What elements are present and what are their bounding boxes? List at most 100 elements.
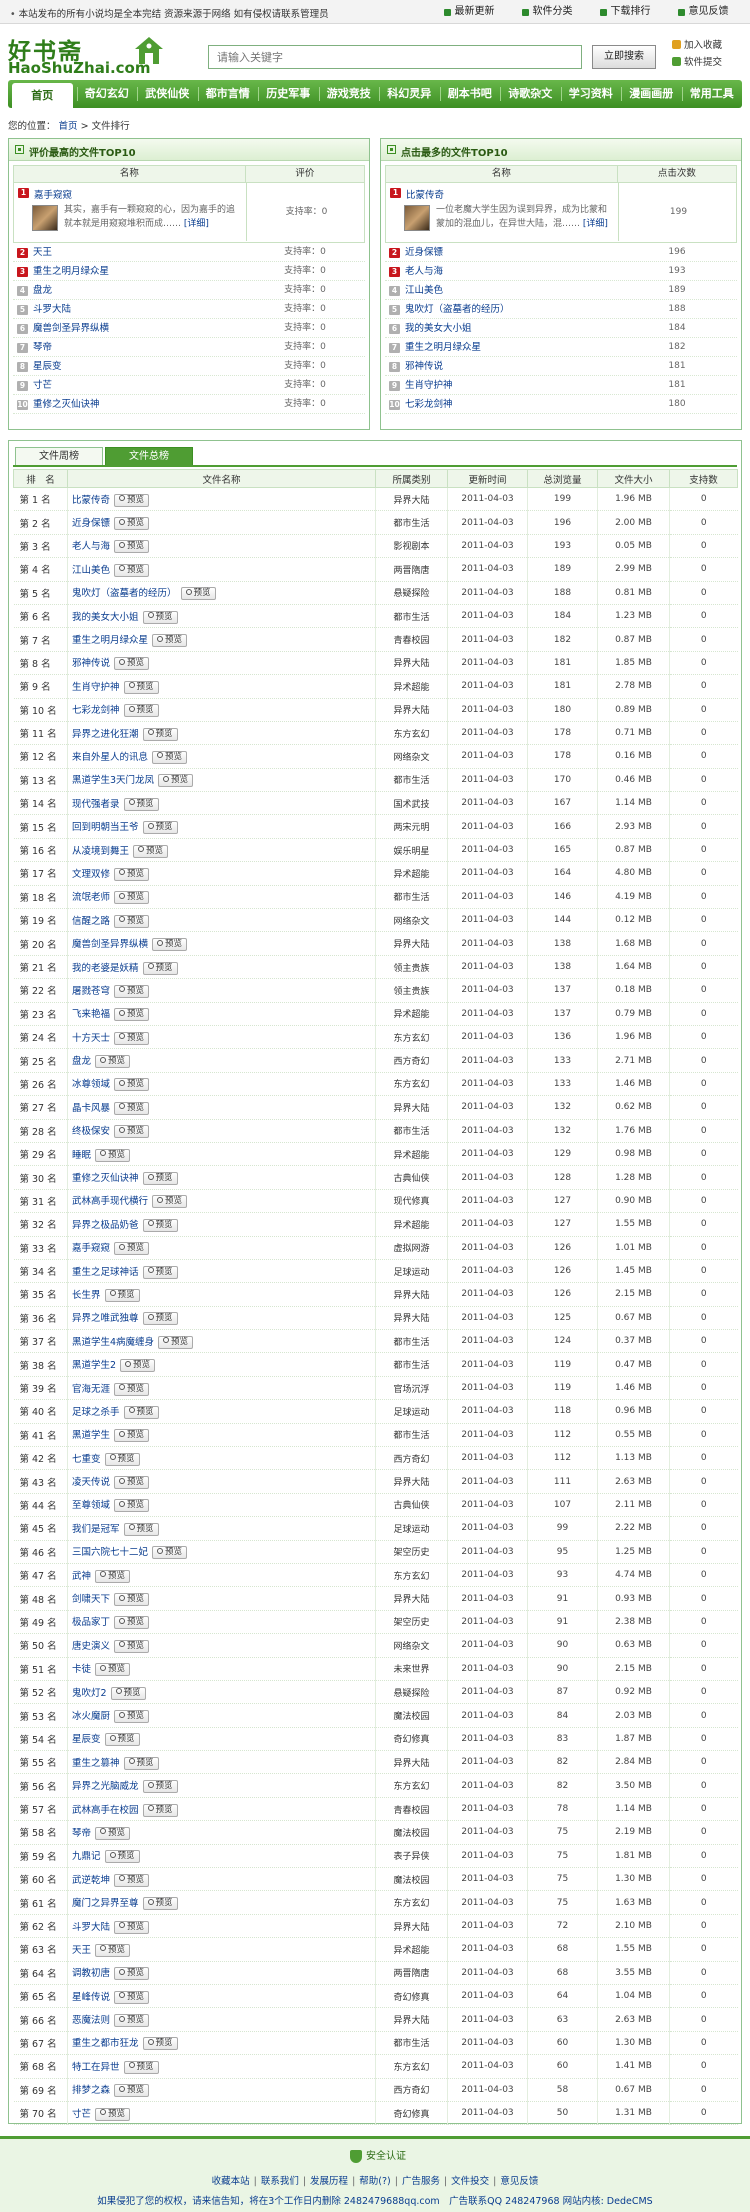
preview-button[interactable]: 预览 <box>95 1569 131 1583</box>
add-favorite-link[interactable]: 加入收藏 <box>672 37 722 51</box>
footer-link[interactable]: 联系我们 <box>261 2176 299 2187</box>
footer-link[interactable]: 收藏本站 <box>212 2176 250 2187</box>
file-name-link[interactable]: 七彩龙剑神 <box>72 705 120 716</box>
preview-button[interactable]: 预览 <box>142 1780 178 1794</box>
file-name-link[interactable]: 星峰传说 <box>72 1992 110 2003</box>
preview-button[interactable]: 预览 <box>158 1335 194 1349</box>
search-button[interactable]: 立即搜索 <box>592 45 656 69</box>
preview-button[interactable]: 预览 <box>120 1359 156 1373</box>
preview-button[interactable]: 预览 <box>114 984 150 998</box>
file-name-link[interactable]: 晶卡风暴 <box>72 1103 110 1114</box>
preview-button[interactable]: 预览 <box>114 1101 150 1115</box>
file-name-link[interactable]: 武神 <box>72 1571 91 1582</box>
footer-link[interactable]: 帮助(?) <box>359 2176 390 2187</box>
preview-button[interactable]: 预览 <box>114 1967 150 1981</box>
nav-study[interactable]: 学习资料 <box>560 80 622 108</box>
file-name-link[interactable]: 邪神传说 <box>72 658 110 669</box>
file-name-link[interactable]: 寸芒 <box>72 2109 91 2120</box>
submit-software-link[interactable]: 软件提交 <box>672 54 722 68</box>
preview-button[interactable]: 预览 <box>142 727 178 741</box>
file-name-link[interactable]: 黑道学生2 <box>72 1360 116 1371</box>
list-item-link[interactable]: 9 寸芒 <box>13 376 245 394</box>
list-item-link[interactable]: 8 星辰变 <box>13 357 245 375</box>
file-name-link[interactable]: 重生之都市狂龙 <box>72 2038 139 2049</box>
footer-link[interactable]: 广告服务 <box>402 2176 440 2187</box>
preview-button[interactable]: 预览 <box>95 1055 131 1069</box>
nav-scifi[interactable]: 科幻灵异 <box>379 80 440 108</box>
download-ranking-link[interactable]: 下载排行 <box>586 0 664 24</box>
file-name-link[interactable]: 鬼吹灯2 <box>72 1688 107 1699</box>
list-item-link[interactable]: 6 我的美女大小姐 <box>385 319 617 337</box>
preview-button[interactable]: 预览 <box>114 1429 150 1443</box>
footer-link[interactable]: 发展历程 <box>310 2176 348 2187</box>
preview-button[interactable]: 预览 <box>142 961 178 975</box>
file-name-link[interactable]: 来自外星人的讯息 <box>72 752 148 763</box>
file-name-link[interactable]: 黑道学生3天门龙凤 <box>72 775 154 786</box>
preview-button[interactable]: 预览 <box>95 1663 131 1677</box>
file-name-link[interactable]: 七重变 <box>72 1454 101 1465</box>
preview-button[interactable]: 预览 <box>142 1172 178 1186</box>
file-name-link[interactable]: 卡徒 <box>72 1664 91 1675</box>
preview-button[interactable]: 预览 <box>114 1476 150 1490</box>
preview-button[interactable]: 预览 <box>114 1990 150 2004</box>
preview-button[interactable]: 预览 <box>114 1873 150 1887</box>
list-item-link[interactable]: 7 琴帝 <box>13 338 245 356</box>
file-name-link[interactable]: 现代强者录 <box>72 799 120 810</box>
file-name-link[interactable]: 魔兽剑圣异界纵横 <box>72 939 148 950</box>
preview-button[interactable]: 预览 <box>152 1195 188 1209</box>
file-name-link[interactable]: 从凌境到舞王 <box>72 846 129 857</box>
preview-button[interactable]: 预览 <box>142 1803 178 1817</box>
list-item-link[interactable]: 2 近身保镖 <box>385 243 617 261</box>
file-name-link[interactable]: 凌天传说 <box>72 1477 110 1488</box>
nav-home[interactable]: 首页 <box>12 83 73 108</box>
preview-button[interactable]: 预览 <box>123 2060 159 2074</box>
preview-button[interactable]: 预览 <box>114 1008 150 1022</box>
search-input[interactable] <box>208 45 582 69</box>
featured-title-link[interactable]: 嘉手窥窥 <box>34 187 72 201</box>
preview-button[interactable]: 预览 <box>114 1639 150 1653</box>
file-name-link[interactable]: 冰尊领域 <box>72 1079 110 1090</box>
file-name-link[interactable]: 琴帝 <box>72 1828 91 1839</box>
file-name-link[interactable]: 特工在异世 <box>72 2062 120 2073</box>
preview-button[interactable]: 预览 <box>123 1522 159 1536</box>
preview-button[interactable]: 预览 <box>104 1452 140 1466</box>
file-name-link[interactable]: 调教初唐 <box>72 1968 110 1979</box>
file-name-link[interactable]: 三国六院七十二妃 <box>72 1547 148 1558</box>
nav-poetry[interactable]: 诗歌杂文 <box>500 80 561 108</box>
nav-games[interactable]: 游戏竞技 <box>318 80 380 108</box>
file-name-link[interactable]: 屠戮苍穹 <box>72 986 110 997</box>
file-name-link[interactable]: 唐史演义 <box>72 1641 110 1652</box>
preview-button[interactable]: 预览 <box>114 1382 150 1396</box>
safety-certification[interactable]: 安全认证 <box>350 2147 406 2163</box>
file-name-link[interactable]: 重生之篡神 <box>72 1758 120 1769</box>
file-name-link[interactable]: 鬼吹灯（盗墓者的经历） <box>72 588 177 599</box>
file-name-link[interactable]: 武林高手在校园 <box>72 1805 139 1816</box>
file-name-link[interactable]: 飞来艳福 <box>72 1009 110 1020</box>
file-name-link[interactable]: 天王 <box>72 1945 91 1956</box>
preview-button[interactable]: 预览 <box>114 1616 150 1630</box>
tab-total[interactable]: 文件总榜 <box>105 447 193 465</box>
preview-button[interactable]: 预览 <box>114 517 150 531</box>
list-item-link[interactable]: 5 斗罗大陆 <box>13 300 245 318</box>
file-name-link[interactable]: 睡眠 <box>72 1150 91 1161</box>
list-item-link[interactable]: 8 邪神传说 <box>385 357 617 375</box>
site-logo[interactable]: 好书斋 HaoShuZhai.com <box>8 32 168 77</box>
file-name-link[interactable]: 异界之极品奶爸 <box>72 1220 139 1231</box>
file-name-link[interactable]: 官海无涯 <box>72 1384 110 1395</box>
file-name-link[interactable]: 终极保安 <box>72 1126 110 1137</box>
preview-button[interactable]: 预览 <box>114 891 150 905</box>
preview-button[interactable]: 预览 <box>114 914 150 928</box>
file-name-link[interactable]: 我的美女大小姐 <box>72 612 139 623</box>
footer-link[interactable]: 意见反馈 <box>500 2176 538 2187</box>
footer-link[interactable]: 文件投交 <box>451 2176 489 2187</box>
preview-button[interactable]: 预览 <box>104 1850 140 1864</box>
list-item-link[interactable]: 3 重生之明月绿众星 <box>13 262 245 280</box>
preview-button[interactable]: 预览 <box>123 797 159 811</box>
tab-weekly[interactable]: 文件周榜 <box>15 447 103 465</box>
file-name-link[interactable]: 我的老婆是妖精 <box>72 963 139 974</box>
preview-button[interactable]: 预览 <box>114 1125 150 1139</box>
preview-button[interactable]: 预览 <box>133 844 169 858</box>
file-name-link[interactable]: 重生之明月绿众星 <box>72 635 148 646</box>
file-name-link[interactable]: 重修之灭仙诀神 <box>72 1173 139 1184</box>
list-item-link[interactable]: 6 魔兽剑圣异界纵横 <box>13 319 245 337</box>
